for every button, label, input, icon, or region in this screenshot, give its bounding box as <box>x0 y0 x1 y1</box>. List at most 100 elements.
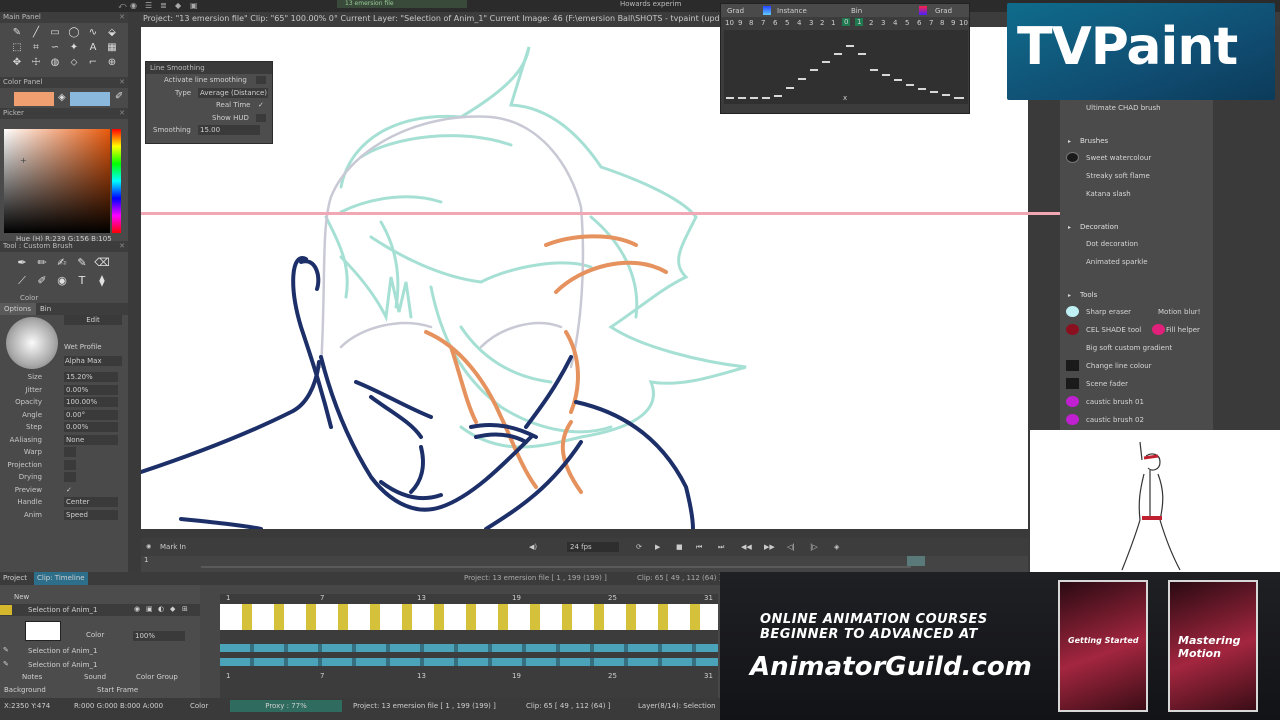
close-icon[interactable]: ✕ <box>119 241 125 252</box>
layer-stack-icon[interactable]: ☰ <box>145 1 155 10</box>
eraser-icon[interactable]: ⌫ <box>94 256 110 270</box>
track-area[interactable]: 1 7 13 19 25 31 1 7 13 19 25 31 <box>220 594 718 698</box>
show-hud-checkbox[interactable] <box>256 113 266 122</box>
activate-checkbox[interactable] <box>256 76 266 84</box>
course-box-mastering-motion[interactable]: Mastering Motion <box>1168 580 1258 712</box>
type-select[interactable]: Average (Distance) <box>198 87 268 98</box>
edit-button[interactable]: Edit <box>64 315 122 325</box>
ruler-cursor[interactable] <box>907 556 925 566</box>
warp-tool-icon[interactable]: ⌗ <box>29 42 43 54</box>
color-wheel-icon[interactable]: ◉ <box>130 1 140 10</box>
play-icon[interactable]: ▶ <box>655 538 660 556</box>
anim-select[interactable]: Speed <box>64 509 118 520</box>
close-icon[interactable]: ✕ <box>119 77 125 88</box>
alpha-mode-select[interactable]: Alpha Max <box>64 356 122 366</box>
close-icon[interactable]: ✕ <box>119 12 125 23</box>
drying-checkbox[interactable] <box>64 472 76 482</box>
lasso-tool-icon[interactable]: ∿ <box>86 27 100 39</box>
pencil-icon[interactable]: ✎ <box>3 660 9 668</box>
layer-row[interactable]: ✎ Selection of Anim_1 <box>0 660 200 671</box>
layer-track-yellow[interactable] <box>220 604 718 630</box>
opacity-field[interactable]: 100.00% <box>64 397 118 407</box>
next-keyframe-icon[interactable]: ▶▶ <box>764 538 775 556</box>
next-frame-icon[interactable]: |▷ <box>810 538 818 556</box>
proxy-indicator[interactable]: Proxy : 77% <box>230 700 342 712</box>
solo-icon[interactable]: ◆ <box>170 605 175 613</box>
preset-caustic-brush-01[interactable]: caustic brush 01 <box>1086 398 1144 406</box>
hue-slider[interactable] <box>112 129 121 233</box>
stop-icon[interactable]: ■ <box>676 538 683 556</box>
loop-icon[interactable]: ⟳ <box>636 538 642 556</box>
custom-brush-icon[interactable]: ⧫ <box>94 274 110 288</box>
aaliasing-select[interactable]: None <box>64 434 118 445</box>
light-table-icon[interactable]: ◐ <box>158 605 164 613</box>
project-dropdown[interactable]: 13 emersion file <box>337 0 467 8</box>
text-icon[interactable]: T <box>74 274 90 288</box>
smoothing-input[interactable]: 15.00 <box>198 125 260 135</box>
graduation-curve[interactable]: x <box>724 30 968 104</box>
settings-icon[interactable]: ⊞ <box>182 605 188 613</box>
brush-texture-preview[interactable] <box>6 317 58 369</box>
preset-big-soft-gradient[interactable]: Big soft custom gradient <box>1086 344 1172 352</box>
sound-button[interactable]: Sound <box>84 673 106 681</box>
previous-keyframe-icon[interactable]: ◀◀ <box>741 538 752 556</box>
preset-sharp-eraser[interactable]: Sharp eraser <box>1086 308 1131 316</box>
previous-frame-icon[interactable]: ◁| <box>787 538 795 556</box>
saturation-value-area[interactable] <box>4 129 110 233</box>
lock-icon[interactable]: ▣ <box>146 605 153 613</box>
handle-select[interactable]: Center <box>64 497 118 507</box>
size-field[interactable]: 15.20% <box>64 372 118 382</box>
eye-icon[interactable]: ◉ <box>134 605 140 613</box>
water-drop-icon[interactable]: ◉ <box>54 274 70 288</box>
fill-icon[interactable]: ◆ <box>175 1 185 10</box>
text-tool-icon[interactable]: A <box>86 42 100 54</box>
collapse-icon[interactable]: ▸ <box>1068 224 1071 231</box>
zoom-tool-icon[interactable]: ⊕ <box>105 57 119 69</box>
jitter-field[interactable]: 0.00% <box>64 384 118 395</box>
magic-wand-icon[interactable]: ✦ <box>67 42 81 54</box>
notes-button[interactable]: Notes <box>22 673 42 681</box>
tab-options[interactable]: Options <box>0 303 36 315</box>
stamp-tool-icon[interactable]: ▦ <box>105 42 119 54</box>
tools-header[interactable]: Tools <box>1080 291 1097 299</box>
pin-icon[interactable]: ◈ <box>834 538 839 556</box>
move-tool-icon[interactable]: ✥ <box>10 57 24 69</box>
warp-checkbox[interactable] <box>64 447 76 457</box>
tab-bin[interactable]: Bin <box>851 7 862 15</box>
curve-tool-icon[interactable]: ∽ <box>48 42 62 54</box>
tab-grad[interactable]: Grad <box>727 7 744 15</box>
real-time-checkbox[interactable]: ✓ <box>258 99 264 112</box>
pencil-icon[interactable]: ✎ <box>3 646 9 654</box>
pencil-icon[interactable]: ✏ <box>34 256 50 270</box>
swap-colors-icon[interactable]: ◈ <box>58 92 66 103</box>
layer-track-teal-2[interactable] <box>220 658 718 666</box>
color-group-button[interactable]: Color Group <box>136 673 178 681</box>
line-tool-icon[interactable]: ╱ <box>29 27 43 39</box>
fps-select[interactable]: 24 fps <box>567 542 619 552</box>
brushes-header[interactable]: Brushes <box>1080 137 1108 145</box>
preset-caustic-brush-02[interactable]: caustic brush 02 <box>1086 416 1144 424</box>
preset-streaky-soft-flame[interactable]: Streaky soft flame <box>1086 172 1150 180</box>
preset-scene-fader[interactable]: Scene fader <box>1086 380 1128 388</box>
pan-tool-icon[interactable]: ☩ <box>29 57 43 69</box>
right-scroll-area[interactable] <box>1213 100 1280 430</box>
background-button[interactable]: Background <box>4 686 46 694</box>
secondary-color-swatch[interactable] <box>70 92 110 106</box>
layer-row[interactable]: Selection of Anim_1 ◉ ▣ ◐ ◆ ⊞ <box>0 604 200 616</box>
pen-icon[interactable]: ✒ <box>14 256 30 270</box>
selection-tool-icon[interactable]: ⬚ <box>10 42 24 54</box>
undo-icon[interactable]: ⤺ <box>118 1 128 10</box>
preset-change-line-colour[interactable]: Change line colour <box>1086 362 1152 370</box>
rectangle-tool-icon[interactable]: ▭ <box>48 27 62 39</box>
tab-clip-timeline[interactable]: Clip: Timeline <box>34 572 88 585</box>
preset-dot-decoration[interactable]: Dot decoration <box>1086 240 1138 248</box>
airbrush-icon[interactable]: ✎ <box>74 256 90 270</box>
layer-thumbnail[interactable] <box>25 621 61 641</box>
preset-sweet-watercolour[interactable]: Sweet watercolour <box>1086 154 1151 162</box>
preview-checkbox[interactable]: ✓ <box>64 485 76 495</box>
opacity-slider[interactable]: 100% <box>133 631 185 641</box>
preset-motion-blur[interactable]: Motion blur! <box>1158 308 1200 316</box>
start-frame-button[interactable]: Start Frame <box>97 686 138 694</box>
decoration-header[interactable]: Decoration <box>1080 223 1118 231</box>
layer-track-teal[interactable] <box>220 644 718 652</box>
